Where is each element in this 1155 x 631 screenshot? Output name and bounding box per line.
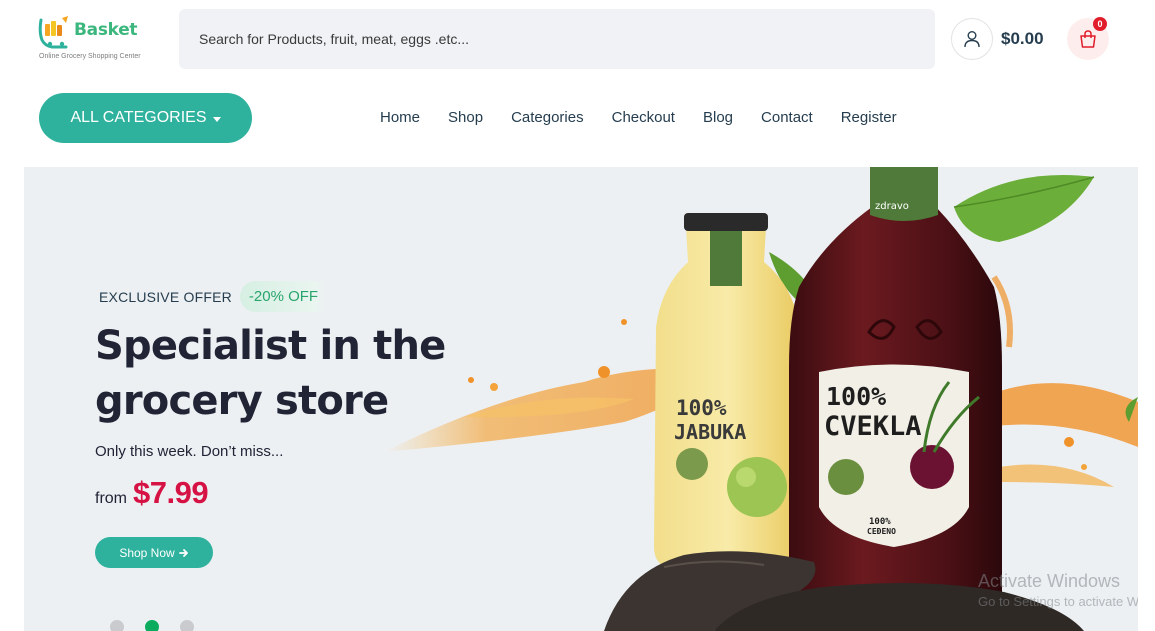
front-bottle-footer-2: CEĐENO (867, 527, 896, 536)
shop-now-label: Shop Now (119, 545, 175, 560)
brand-name: Basket (74, 20, 138, 40)
price-value: $7.99 (133, 475, 209, 510)
cart-count-badge: 0 (1093, 17, 1107, 31)
slider-dot-3[interactable] (180, 620, 194, 631)
back-bottle-label-1: 100% (676, 396, 727, 420)
caret-down-icon (212, 116, 221, 122)
search-bar[interactable] (179, 9, 935, 69)
shop-now-button[interactable]: Shop Now (95, 537, 213, 568)
nav-categories[interactable]: Categories (511, 109, 584, 126)
nav-register[interactable]: Register (841, 109, 897, 126)
slider-dots (110, 620, 194, 631)
front-bottle-label-1: 100% (826, 382, 886, 411)
hero-banner: 100% JABUKA zdravo 100% CVEKLA 100% CEĐE… (24, 167, 1138, 631)
brand-logo[interactable]: Basket Online Grocery Shopping Center (38, 12, 148, 64)
hero-title-line-1: Specialist in the (95, 323, 446, 369)
front-bottle-label-2: CVEKLA (824, 411, 922, 442)
activate-windows-watermark: Activate Windows Go to Settings to activ… (978, 571, 1138, 609)
brand-tagline: Online Grocery Shopping Center (39, 53, 141, 60)
back-bottle-label-2: JABUKA (674, 420, 746, 444)
hero-subtitle: Only this week. Don’t miss... (95, 443, 284, 460)
cart-total: $0.00 (1001, 29, 1044, 48)
nav-home[interactable]: Home (380, 109, 420, 126)
all-categories-label: ALL CATEGORIES (70, 109, 207, 126)
hero-title-line-2: grocery store (95, 378, 389, 424)
slider-dot-1[interactable] (110, 620, 124, 631)
account-button[interactable] (951, 18, 993, 60)
hero-title: Specialist in the grocery store (95, 319, 495, 429)
slider-dot-2[interactable] (145, 620, 159, 631)
user-icon (964, 31, 980, 48)
front-bottle-footer-1: 100% (869, 517, 891, 527)
arrow-right-icon (178, 548, 188, 557)
exclusive-offer-row: EXCLUSIVE OFFER -20% OFF (99, 281, 327, 312)
watermark-line-2: Go to Settings to activate W (978, 594, 1138, 609)
nav-checkout[interactable]: Checkout (612, 109, 675, 126)
nav-contact[interactable]: Contact (761, 109, 813, 126)
discount-badge: -20% OFF (239, 281, 327, 312)
basket-logo-icon (38, 16, 68, 49)
shopping-bag-icon (1080, 30, 1096, 48)
main-nav: Home Shop Categories Checkout Blog Conta… (380, 109, 897, 126)
price-prefix: from (95, 490, 127, 507)
hero-price: from $7.99 (95, 475, 209, 511)
offer-label: EXCLUSIVE OFFER (99, 288, 232, 305)
nav-shop[interactable]: Shop (448, 109, 483, 126)
watermark-line-1: Activate Windows (978, 571, 1121, 591)
all-categories-button[interactable]: ALL CATEGORIES (39, 93, 252, 143)
search-input[interactable] (199, 31, 935, 47)
nav-blog[interactable]: Blog (703, 109, 733, 126)
front-bottle-brand: zdravo (875, 201, 909, 212)
